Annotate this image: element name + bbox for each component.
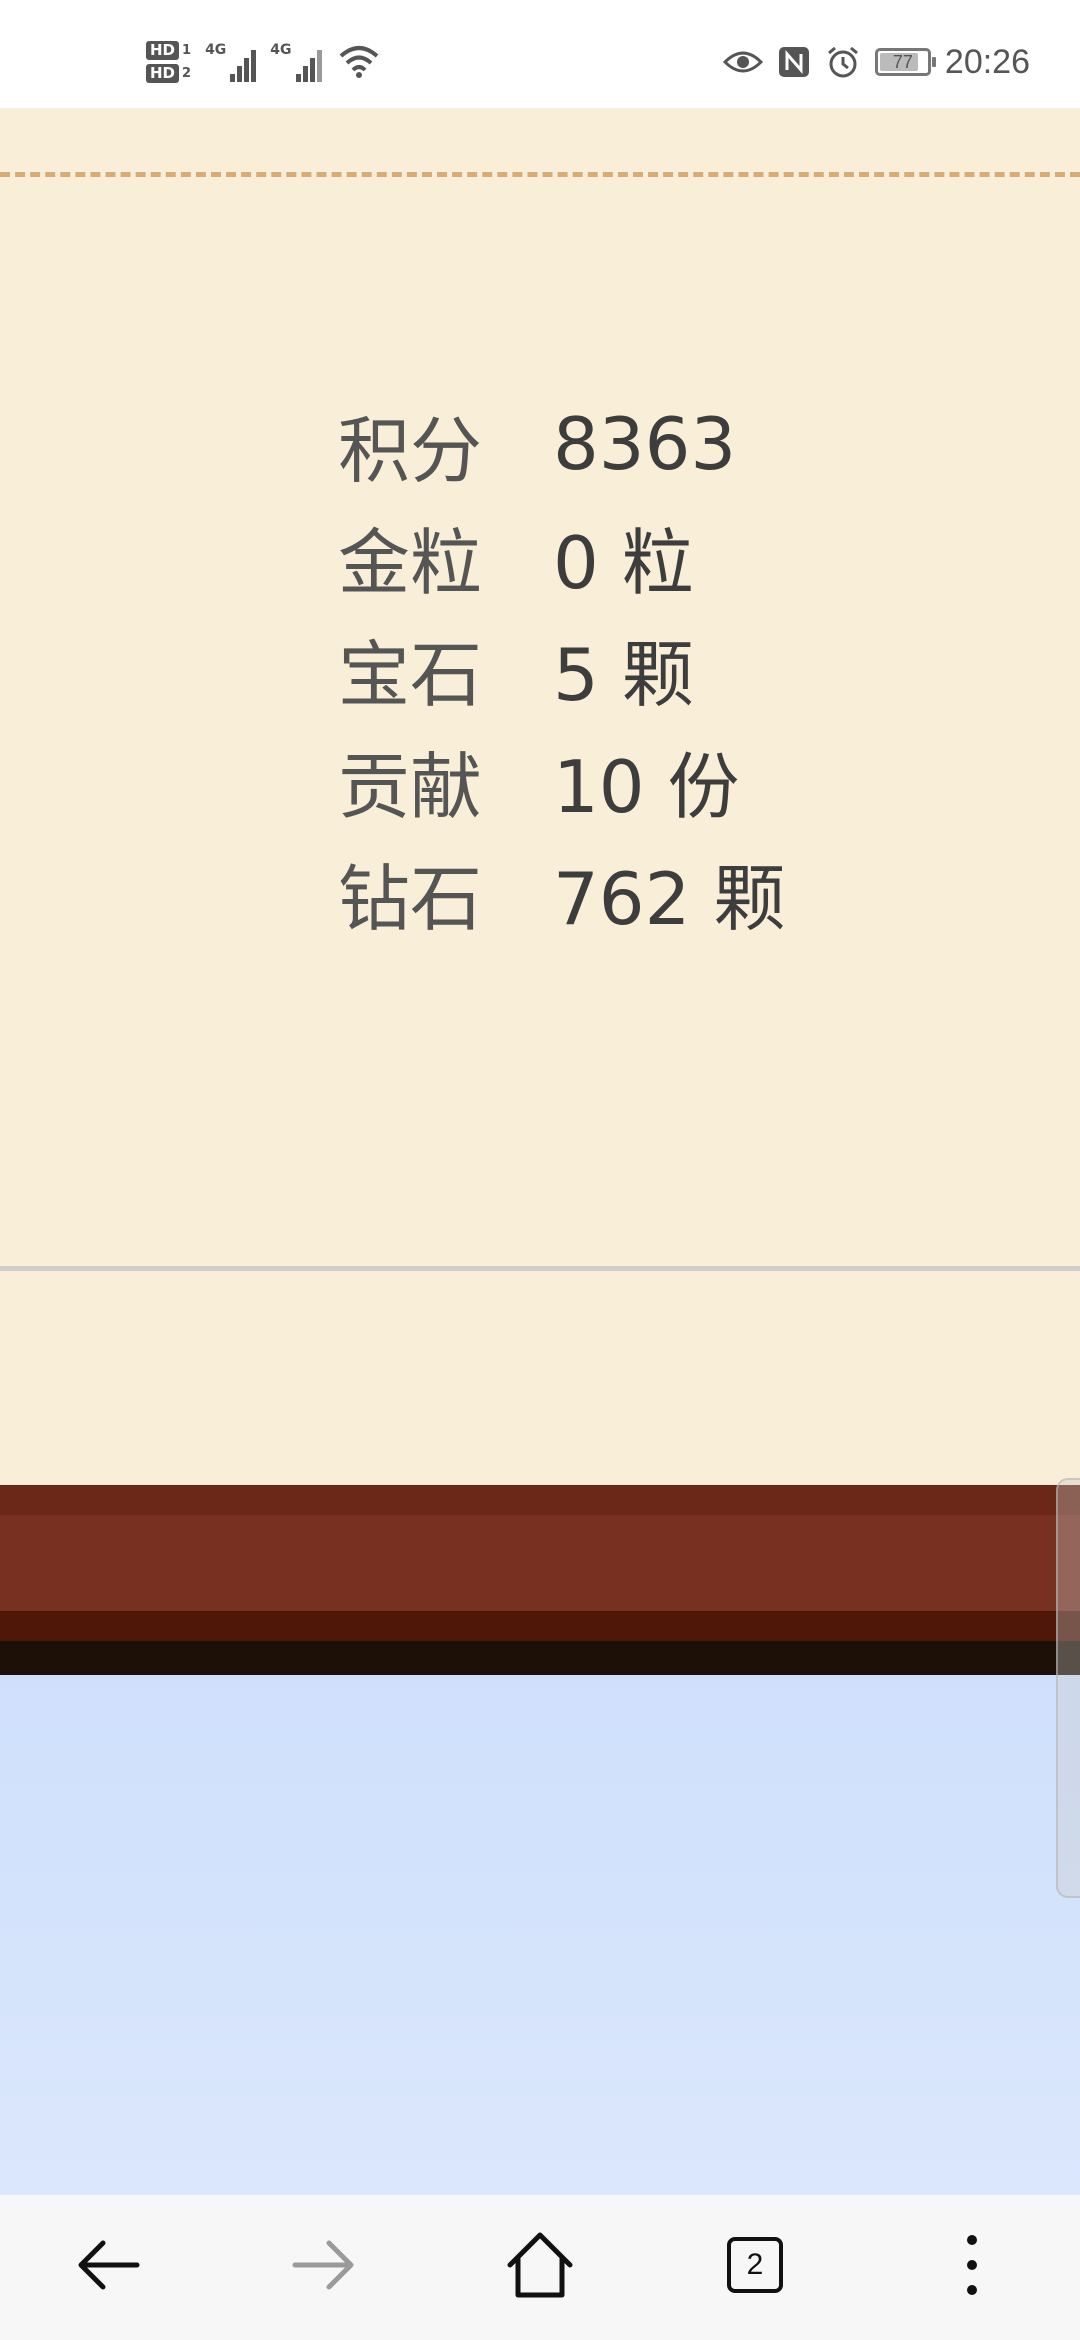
more-menu-button[interactable] [922, 2225, 1022, 2305]
hd-indicators: HD 1 HD 2 [146, 41, 191, 83]
status-right: 77 20:26 [722, 40, 1030, 84]
tab-count: 2 [746, 2248, 764, 2281]
home-button[interactable] [490, 2225, 590, 2305]
home-icon [507, 2232, 573, 2298]
network-type-1: 4G [205, 42, 227, 58]
tabs-button[interactable]: 2 [705, 2225, 805, 2305]
status-bar: HD 1 HD 2 4G 4G 77 20:26 [0, 0, 1080, 108]
wifi-icon [339, 46, 378, 78]
section-divider [0, 1266, 1080, 1271]
back-arrow-icon [78, 2240, 140, 2290]
battery-level: 77 [892, 51, 913, 72]
forward-arrow-icon [292, 2240, 354, 2290]
battery-icon: 77 [874, 48, 936, 76]
stats-panel: 积分 8363 金粒 0 粒 宝石 5 颗 贡献 10 份 钻石 762 颗 [0, 108, 1080, 1488]
hd-sim1-label: HD [146, 41, 180, 60]
stat-value: 10 份 [553, 744, 740, 829]
stat-label: 钻石 [338, 856, 483, 941]
nfc-icon [778, 47, 809, 77]
page-background [0, 1675, 1080, 2195]
stat-row-contribution: 贡献 10 份 [338, 724, 785, 836]
status-left: HD 1 HD 2 4G 4G [146, 32, 380, 92]
stat-value: 5 颗 [553, 632, 694, 717]
hd-sim1-index: 1 [182, 43, 192, 58]
stat-row-points: 积分 8363 [338, 388, 785, 500]
browser-toolbar: 2 [0, 2195, 1080, 2340]
dashed-divider [0, 172, 1080, 177]
stat-label: 宝石 [338, 632, 483, 717]
stat-value: 0 粒 [553, 520, 694, 605]
stats-list: 积分 8363 金粒 0 粒 宝石 5 颗 贡献 10 份 钻石 762 颗 [338, 388, 785, 948]
wood-banner [0, 1485, 1080, 1675]
scrollbar-handle[interactable] [1056, 1478, 1080, 1898]
stat-row-diamonds: 钻石 762 颗 [338, 836, 785, 948]
signal-icon-sim2: 4G [270, 42, 322, 82]
clock: 20:26 [944, 42, 1030, 81]
hd-sim2-label: HD [146, 64, 180, 83]
stat-row-gold-grains: 金粒 0 粒 [338, 500, 785, 612]
eye-comfort-icon [722, 51, 763, 73]
network-type-2: 4G [270, 42, 292, 58]
stat-label: 金粒 [338, 520, 483, 605]
stat-value: 8363 [553, 402, 737, 486]
signal-icon-sim1: 4G [205, 42, 257, 82]
hd-sim1: HD 1 [146, 41, 191, 60]
more-icon [967, 2235, 977, 2295]
forward-button[interactable] [274, 2225, 374, 2305]
alarm-icon [827, 46, 858, 78]
hd-sim2-index: 2 [182, 66, 192, 81]
stat-value: 762 颗 [553, 856, 786, 941]
stat-row-gems: 宝石 5 颗 [338, 612, 785, 724]
tabs-icon: 2 [727, 2237, 783, 2293]
stat-label: 贡献 [338, 744, 483, 829]
stat-label: 积分 [338, 408, 483, 493]
back-button[interactable] [58, 2225, 158, 2305]
hd-sim2: HD 2 [146, 64, 191, 83]
